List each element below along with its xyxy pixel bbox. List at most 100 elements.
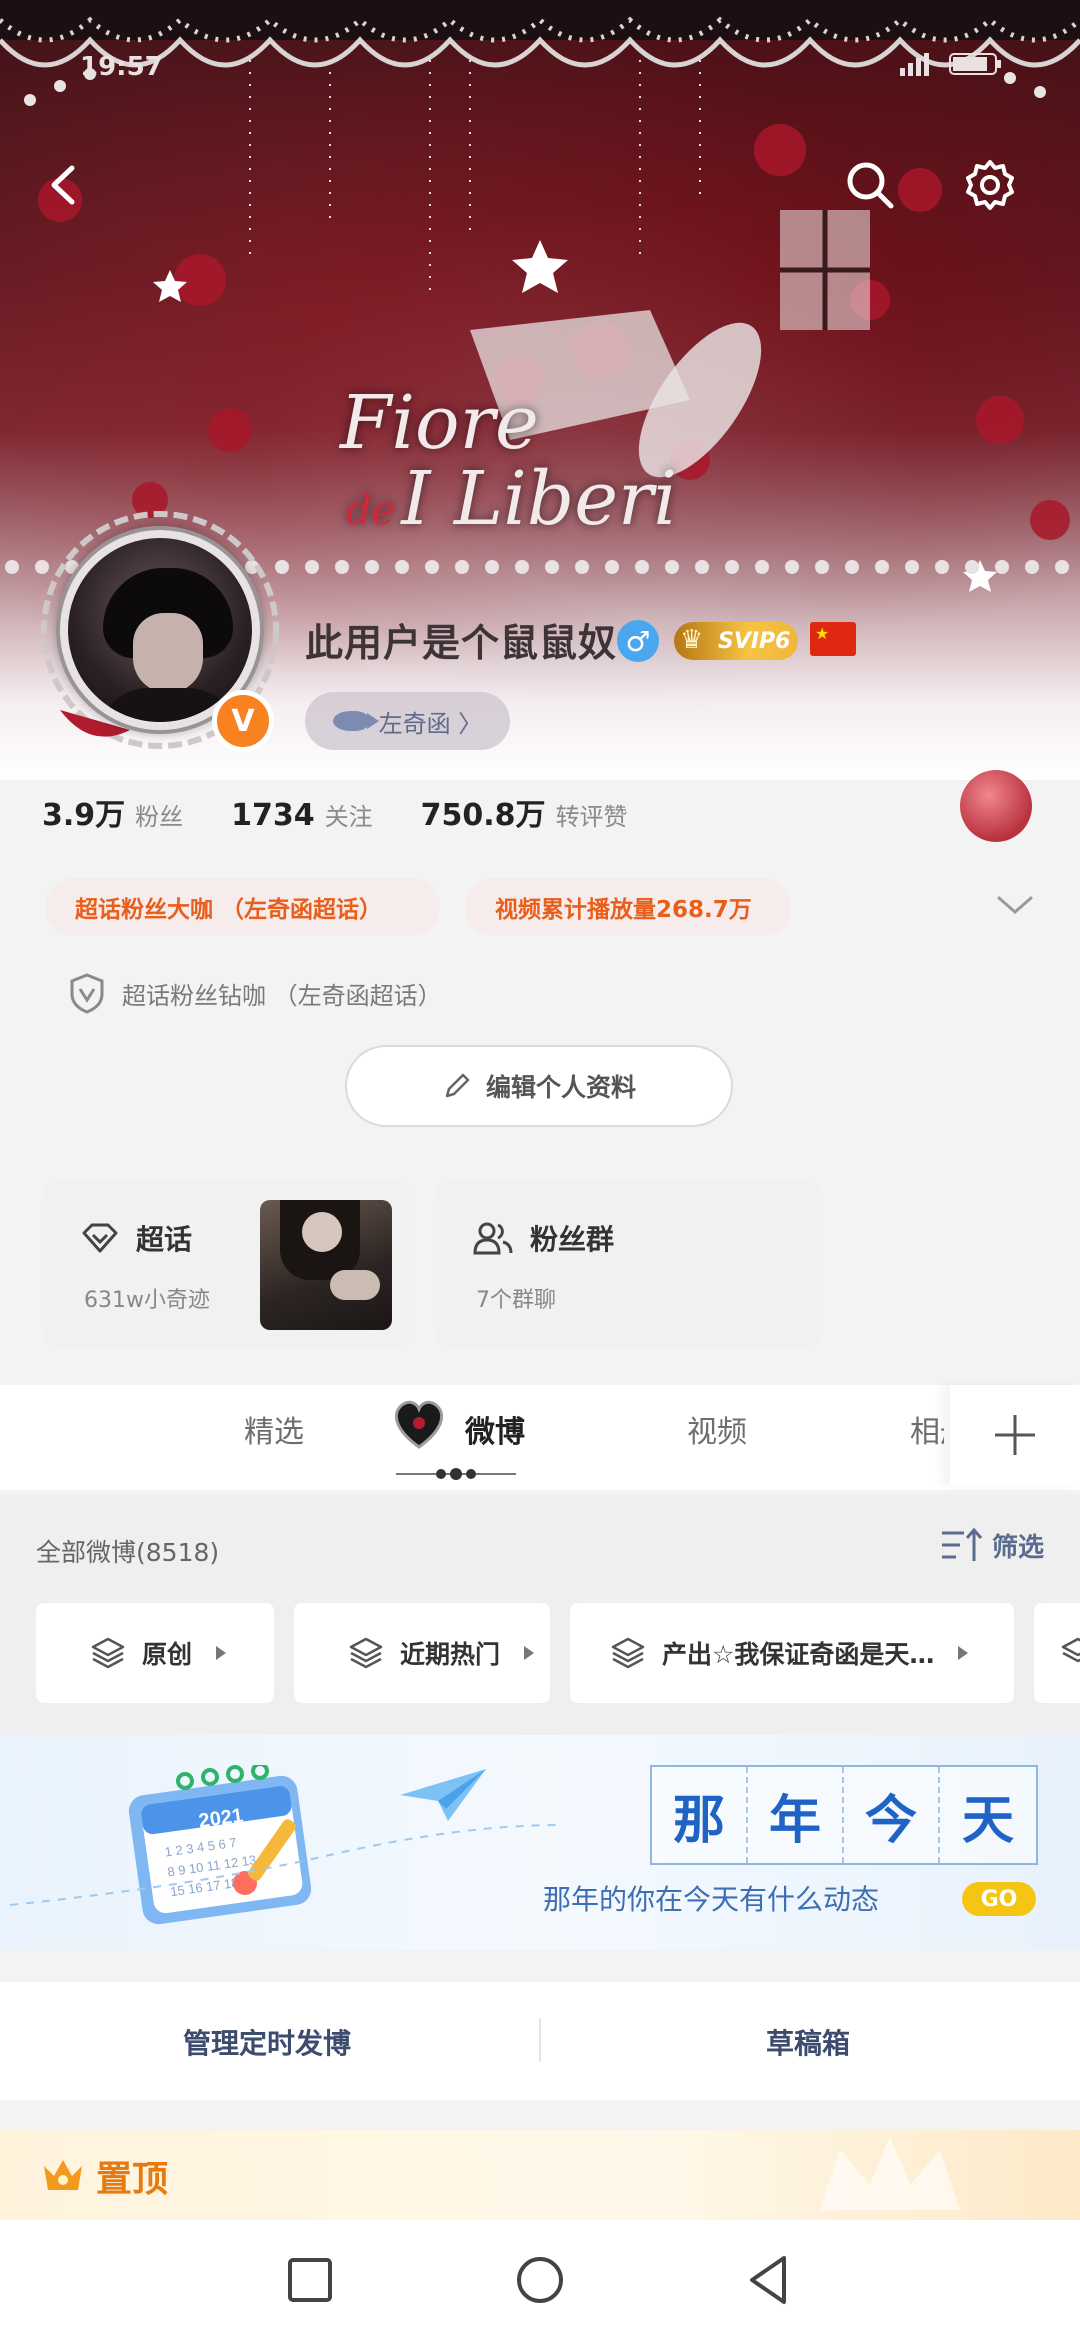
stat-likes[interactable]: 750.8万 转评赞 [421,790,628,834]
svip-badge[interactable]: ♛ SVIP6 [674,622,798,660]
crown-icon [44,2160,82,2190]
home-button[interactable] [510,2250,570,2310]
avatar-frame[interactable]: V [40,510,280,752]
title-char-3: 今 [844,1767,940,1863]
go-button[interactable]: GO [962,1882,1036,1916]
china-flag-icon: ★ [810,622,856,656]
recents-button[interactable] [280,2250,340,2310]
stat-followers-label: 粉丝 [135,803,184,831]
diamond-fan-label: 超话粉丝钻咖 （左奇函超话） [122,981,442,1010]
super-topic-subtitle: 631w小奇迹 [84,1288,210,1313]
stat-likes-label: 转评赞 [555,803,628,831]
decorative-bubble [960,770,1032,842]
svip-label: SVIP6 [718,628,791,654]
settings-button[interactable] [955,150,1025,220]
fan-group-title-text: 粉丝群 [530,1223,615,1256]
stat-following-label: 关注 [324,803,373,831]
tab-weibo[interactable]: 微博 [465,1407,525,1451]
layers-icon [1061,1637,1080,1663]
system-back-button[interactable] [740,2250,800,2310]
chevron-left-icon [51,165,75,205]
layers-icon [611,1637,645,1669]
tag-video-plays[interactable]: 视频累计播放量268.7万 [465,878,791,936]
super-topic-title: 超话 [80,1218,192,1258]
divider [539,2018,541,2062]
stat-followers[interactable]: 3.9万 粉丝 [42,790,183,834]
content-tabs: 精选 微博 视频 相册 [0,1385,1080,1490]
search-icon [847,162,894,209]
fan-group-card[interactable]: 粉丝群 7个群聊 [434,1180,822,1348]
post-count: 全部微博(8518) [36,1538,220,1567]
shield-v-icon [70,973,104,1014]
signal-battery-icon [900,53,1001,76]
gothic-heart-icon [394,1400,444,1449]
chip-original-label: 原创 [142,1640,193,1669]
group-chip[interactable]: 左奇函 〉 [305,692,510,750]
add-tab-button[interactable] [950,1385,1080,1485]
tab-featured[interactable]: 精选 [244,1407,304,1451]
verified-badge: V [212,690,274,752]
fan-group-title: 粉丝群 [472,1218,614,1258]
profile-stats: 3.9万 粉丝 1734 关注 750.8万 转评赞 [42,790,676,834]
edit-profile-label: 编辑个人资料 [485,1073,636,1102]
fan-group-subtitle: 7个群聊 [476,1288,556,1313]
super-topic-card[interactable]: 超话 631w小奇迹 [42,1180,410,1348]
tab-video[interactable]: 视频 [687,1407,747,1451]
on-this-day-subtitle: 那年的你在今天有什么动态 [543,1883,880,1916]
diamond-icon [82,1223,118,1253]
chip-more[interactable] [1034,1603,1080,1703]
scheduled-posts-button[interactable]: 管理定时发博 [183,2022,351,2062]
banner-title-part1: Fiore [340,380,539,466]
on-this-day-title: 那 年 今 天 [650,1765,1038,1865]
filter-label: 筛选 [992,1532,1045,1563]
triangle-right-icon [524,1646,535,1660]
title-char-2: 年 [748,1767,844,1863]
profile-screen: Fiore deI Liberi 19:57 V 此用户是个鼠鼠奴 ♂ ♛ SV… [0,0,1080,2337]
diamond-fan-row[interactable]: 超话粉丝钻咖 （左奇函超话） [68,972,442,1014]
filter-button[interactable]: 筛选 [940,1525,1044,1565]
crown-icon: ♛ [680,625,704,655]
tab-album[interactable]: 相册 [910,1407,944,1451]
banner-title-de: de [346,488,396,534]
chevron-down-icon[interactable] [995,890,1035,920]
chip-custom-collection[interactable]: 产出☆我保证奇函是天… [570,1603,1014,1703]
tab-active-indicator [396,1468,516,1480]
gear-icon [966,160,1014,210]
super-topic-thumbnail [260,1200,392,1330]
fish-icon [332,711,379,731]
pinned-label: 置顶 [40,2150,168,2202]
layers-icon [349,1637,383,1669]
pencil-icon [445,1073,470,1098]
sort-filter-icon [942,1527,983,1561]
back-button[interactable] [30,150,100,220]
triangle-right-icon [216,1646,227,1660]
chip-trending-label: 近期热门 [400,1640,501,1669]
post-actions-row: 管理定时发博 草稿箱 [0,1982,1080,2100]
chip-trending[interactable]: 近期热门 [294,1603,550,1703]
edit-profile-button[interactable]: 编辑个人资料 [345,1045,733,1127]
tag-super-fan[interactable]: 超话粉丝大咖 （左奇函超话） [45,878,440,936]
search-button[interactable] [835,150,905,220]
gender-male-icon: ♂ [617,620,659,662]
stat-likes-value: 750.8万 [420,798,546,833]
feed-header: 全部微博(8518) 筛选 原创 近期热门 产出☆我保证奇函是天… [0,1495,1080,1735]
chip-original[interactable]: 原创 [36,1603,274,1703]
chip-custom-label: 产出☆我保证奇函是天… [662,1640,935,1669]
pinned-text: 置顶 [96,2159,169,2200]
username: 此用户是个鼠鼠奴 [305,621,618,665]
pinned-section[interactable]: 置顶 [0,2130,1080,2220]
people-icon [473,1222,513,1255]
triangle-right-icon [958,1646,969,1660]
stat-following-value: 1734 [231,798,315,833]
banner-title-part2: I Liberi [401,456,678,542]
plus-icon [995,1415,1035,1455]
crown-watermark [820,2135,960,2210]
drafts-button[interactable]: 草稿箱 [766,2022,850,2062]
stat-followers-value: 3.9万 [42,798,126,833]
title-char-4: 天 [940,1767,1036,1863]
status-time: 19:57 [80,52,163,82]
status-icons [900,50,1010,84]
super-topic-title-text: 超话 [136,1223,193,1256]
stat-following[interactable]: 1734 关注 [231,797,373,833]
on-this-day-banner[interactable]: 2021 1 2 3 4 5 6 7 8 9 10 11 12 13 15 16… [0,1735,1080,1950]
